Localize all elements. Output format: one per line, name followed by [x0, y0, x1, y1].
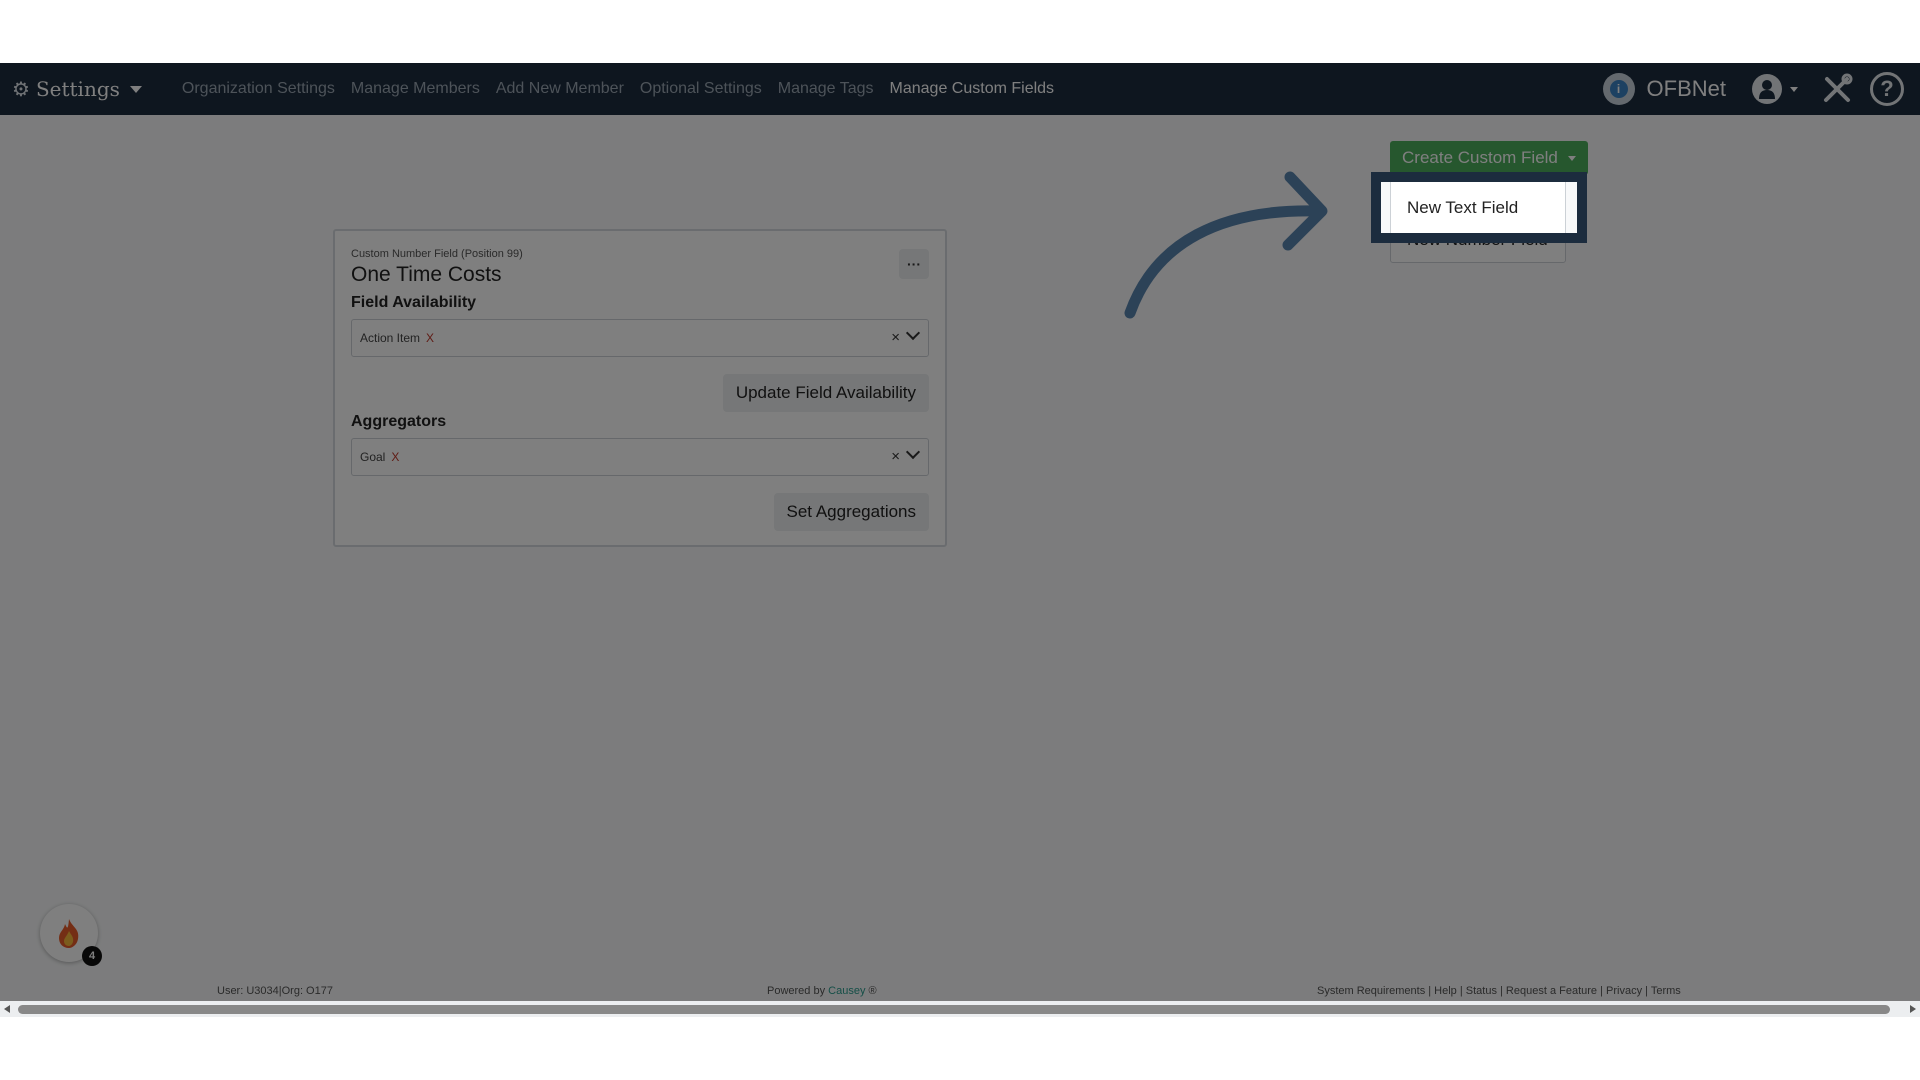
scroll-left-icon[interactable]: [4, 1005, 10, 1013]
field-availability-label: Field Availability: [351, 294, 477, 311]
dim-bottom: [1371, 243, 1587, 1017]
settings-menu[interactable]: ⚙ Settings: [12, 77, 142, 102]
dim-right: [1587, 63, 1920, 1017]
aggregators-label: Aggregators: [351, 413, 447, 430]
chevron-down-icon[interactable]: [905, 444, 921, 460]
aggregator-tag-label: Goal: [360, 450, 386, 464]
aggregators-select[interactable]: Goal X ×: [351, 438, 929, 476]
aggregator-tag: Goal X: [360, 450, 399, 464]
custom-field-card: Custom Number Field (Position 99) One Ti…: [333, 229, 947, 547]
nav-optional-settings[interactable]: Optional Settings: [640, 80, 762, 98]
field-availability-select[interactable]: Action Item X ×: [351, 319, 929, 357]
nav-organization-settings[interactable]: Organization Settings: [182, 80, 335, 98]
chevron-down-icon: [129, 85, 142, 93]
tools-icon[interactable]: [1820, 72, 1854, 106]
highlight-box: [1371, 172, 1587, 243]
help-icon[interactable]: ?: [1870, 72, 1904, 106]
powered-prefix: Powered by: [767, 985, 829, 997]
footer: User: U3034|Org: O177 Powered by Causey …: [0, 977, 1920, 1003]
user-menu-caret-icon[interactable]: [1790, 86, 1798, 92]
org-info-icon[interactable]: i: [1602, 73, 1635, 105]
fire-icon: [59, 919, 79, 948]
top-navbar: ⚙ Settings Organization Settings Manage …: [0, 63, 1920, 115]
remove-tag-icon[interactable]: X: [391, 450, 399, 464]
create-custom-field-button[interactable]: Create Custom Field: [1390, 141, 1588, 175]
scrollbar-thumb[interactable]: [18, 1005, 1890, 1014]
info-icon: i: [1609, 80, 1628, 98]
clear-icon[interactable]: ×: [891, 448, 900, 465]
horizontal-scrollbar[interactable]: [0, 1001, 1920, 1017]
availability-tag-label: Action Item: [360, 331, 421, 345]
field-subtitle: Custom Number Field (Position 99): [351, 248, 523, 260]
settings-label: Settings: [35, 77, 120, 101]
update-field-availability-button[interactable]: Update Field Availability: [722, 374, 929, 412]
more-options-button[interactable]: ···: [899, 249, 929, 279]
pointer-arrow-icon: [1124, 171, 1328, 319]
field-title: One Time Costs: [351, 263, 502, 286]
org-name[interactable]: OFBNet: [1647, 76, 1726, 102]
nav-manage-tags[interactable]: Manage Tags: [778, 80, 874, 98]
footer-powered-by: Powered by Causey ®: [767, 985, 877, 997]
nav-right: i OFBNet ?: [1602, 63, 1904, 115]
availability-tag: Action Item X: [360, 331, 434, 345]
app-frame: ⚙ Settings Organization Settings Manage …: [0, 63, 1920, 1017]
gears-icon: ⚙: [12, 78, 30, 101]
nav-manage-custom-fields[interactable]: Manage Custom Fields: [890, 80, 1055, 98]
user-avatar-icon[interactable]: [1752, 74, 1782, 104]
footer-links[interactable]: System Requirements | Help | Status | Re…: [1317, 985, 1681, 997]
nav-manage-members[interactable]: Manage Members: [351, 80, 480, 98]
scroll-right-icon[interactable]: [1910, 1005, 1916, 1013]
nav-links: Organization Settings Manage Members Add…: [182, 80, 1070, 98]
remove-tag-icon[interactable]: X: [426, 331, 434, 345]
notification-count-badge: 4: [82, 946, 102, 966]
clear-icon[interactable]: ×: [891, 329, 900, 346]
user-silhouette-icon: [1759, 80, 1775, 99]
chevron-down-icon[interactable]: [905, 325, 921, 341]
footer-user-info: User: U3034|Org: O177: [217, 985, 333, 997]
set-aggregations-button[interactable]: Set Aggregations: [773, 493, 929, 531]
chevron-down-icon: [1567, 155, 1576, 161]
fire-widget-button[interactable]: 4: [40, 904, 102, 966]
causey-link[interactable]: Causey: [828, 985, 865, 997]
dim-overlay: [0, 63, 1920, 1017]
nav-add-new-member[interactable]: Add New Member: [496, 80, 624, 98]
powered-suffix: ®: [865, 985, 877, 997]
create-custom-field-label: Create Custom Field: [1402, 148, 1558, 167]
